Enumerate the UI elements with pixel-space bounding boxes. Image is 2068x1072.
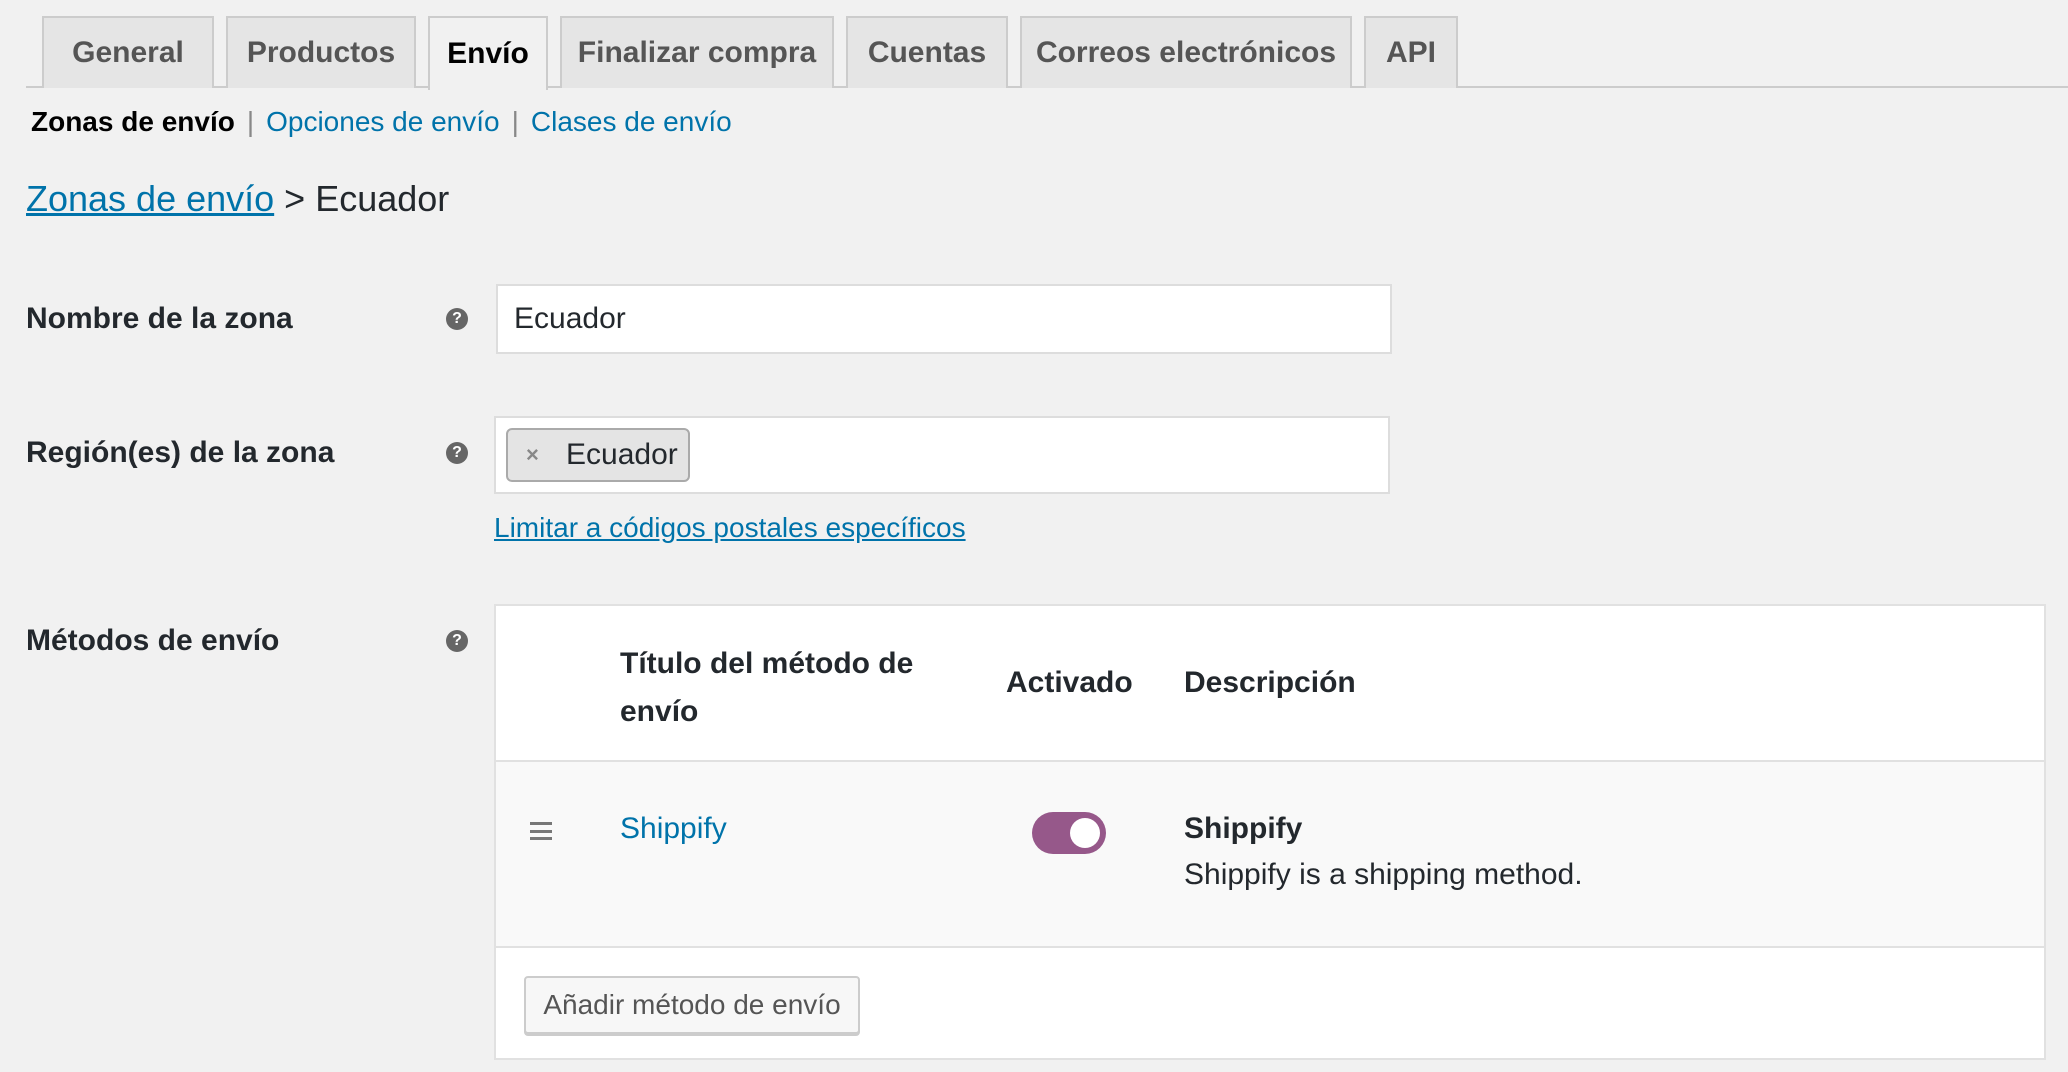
zone-name-input[interactable]: Ecuador	[496, 284, 1392, 354]
tab-finalizar-compra[interactable]: Finalizar compra	[560, 16, 834, 88]
subnav-shipping-classes[interactable]: Clases de envío	[531, 106, 732, 138]
subnav-shipping-zones[interactable]: Zonas de envío	[31, 106, 235, 138]
region-token: × Ecuador	[506, 428, 690, 482]
settings-tabs: General Productos Envío Finalizar compra…	[26, 16, 2068, 90]
remove-token-icon[interactable]: ×	[526, 442, 556, 468]
method-enabled-toggle[interactable]	[1032, 812, 1106, 854]
table-row: Shippify Shippify Shippify is a shipping…	[496, 762, 2044, 948]
zone-regions-label: Región(es) de la zona	[26, 436, 335, 469]
breadcrumb-zones-link[interactable]: Zonas de envío	[26, 178, 274, 220]
limit-postcodes-link[interactable]: Limitar a códigos postales específicos	[494, 512, 966, 544]
toggle-knob	[1070, 818, 1100, 848]
tab-general[interactable]: General	[42, 16, 214, 88]
tab-correos-electronicos[interactable]: Correos electrónicos	[1020, 16, 1352, 88]
tab-productos[interactable]: Productos	[226, 16, 416, 88]
add-shipping-method-button[interactable]: Añadir método de envío	[524, 976, 860, 1034]
column-header-title: Título del método de envío	[620, 647, 914, 728]
column-header-description: Descripción	[1184, 666, 1356, 699]
help-icon[interactable]: ?	[446, 442, 468, 464]
tab-api[interactable]: API	[1364, 16, 1458, 88]
drag-handle-icon[interactable]	[530, 822, 552, 840]
subnav-separator: |	[511, 106, 519, 137]
tab-cuentas[interactable]: Cuentas	[846, 16, 1008, 88]
method-description-text: Shippify is a shipping method.	[1184, 858, 1583, 891]
column-header-enabled: Activado	[1006, 666, 1133, 699]
breadcrumb: Zonas de envío > Ecuador	[26, 178, 449, 220]
breadcrumb-current: Ecuador	[315, 178, 450, 219]
method-title-link[interactable]: Shippify	[620, 812, 727, 846]
subnav-shipping-options[interactable]: Opciones de envío	[266, 106, 500, 138]
shipping-methods-table: Título del método de envío Activado Desc…	[494, 604, 2046, 1060]
zone-regions-select[interactable]: × Ecuador	[494, 416, 1390, 494]
tab-envio[interactable]: Envío	[428, 16, 548, 90]
zone-name-label: Nombre de la zona	[26, 302, 293, 335]
subnav-separator: |	[246, 106, 255, 137]
breadcrumb-separator: >	[284, 178, 306, 219]
region-token-label: Ecuador	[566, 438, 678, 471]
table-header: Título del método de envío Activado Desc…	[496, 606, 2044, 762]
settings-page: General Productos Envío Finalizar compra…	[0, 0, 2068, 1072]
shipping-methods-label: Métodos de envío	[26, 624, 280, 657]
help-icon[interactable]: ?	[446, 630, 468, 652]
method-description-title: Shippify	[1184, 812, 1303, 845]
help-icon[interactable]: ?	[446, 308, 468, 330]
shipping-subnav: Zonas de envío | Opciones de envío | Cla…	[31, 106, 732, 138]
